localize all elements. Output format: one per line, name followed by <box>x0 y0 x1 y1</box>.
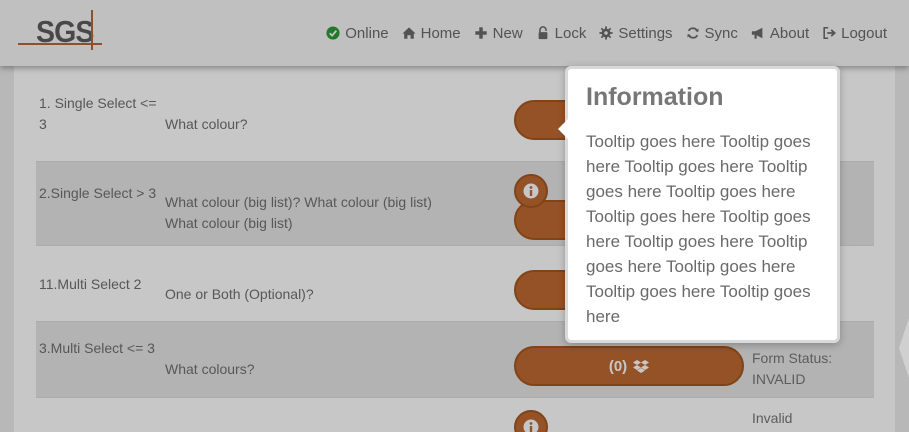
popover-title: Information <box>586 83 724 111</box>
popover-arrow <box>558 119 568 139</box>
information-popover: Information Tooltip goes here Tooltip go… <box>558 66 840 343</box>
popover-body: Tooltip goes here Tooltip goes here Tool… <box>586 132 811 326</box>
